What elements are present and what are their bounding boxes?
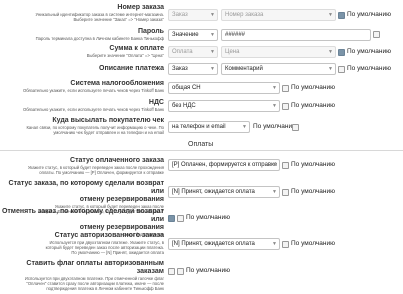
refund-status-default-label: По умолчанию [291, 188, 335, 195]
cancel-order-default-checkbox[interactable] [177, 215, 184, 222]
password-row: Пароль Пароль терминала доступна в Лично… [0, 26, 403, 42]
cancel-order-checkbox[interactable] [168, 215, 175, 222]
refund-status-default-checkbox[interactable] [282, 189, 289, 196]
order-number-field-select[interactable]: Номер заказа ▼ [221, 9, 336, 21]
auth-flag-row: Ставить флаг оплаты авторизованным заказ… [0, 260, 403, 291]
paid-status-row: Статус оплаченного заказа Укажите статус… [0, 156, 403, 178]
authorized-status-select[interactable]: [N] Принят, ожидается оплата ▼ [168, 238, 280, 250]
receipt-label: Куда высылать покупателю чек Канал связи… [26, 117, 164, 135]
refund-status-select[interactable]: [N] Принят, ожидается оплата ▼ [168, 186, 280, 198]
vat-default-label: По умолчанию [291, 102, 335, 109]
tax-system-label: Система налогообложения Обязательно укаж… [22, 80, 164, 93]
section-title: Оплаты [188, 141, 214, 148]
amount-label: Сумма к оплате Выберите значение "Оплата… [86, 45, 164, 58]
amount-source-select[interactable]: Оплата ▼ [168, 46, 218, 58]
amount-default-checkbox[interactable] [338, 49, 345, 56]
vat-row: НДС Обязательно укажите, если использует… [0, 98, 403, 114]
receipt-select[interactable]: на телефон и email ▼ [168, 121, 250, 133]
vat-default-checkbox[interactable] [282, 103, 289, 110]
payment-desc-default-checkbox[interactable] [338, 66, 345, 73]
authorized-status-default-checkbox[interactable] [282, 241, 289, 248]
order-number-default-checkbox[interactable] [338, 12, 345, 19]
amount-field-select[interactable]: Цена ▼ [221, 46, 336, 58]
payment-desc-row: Описание платежа Заказ ▼ Комментарий ▼ По … [0, 62, 403, 76]
password-input[interactable]: ###### [221, 29, 371, 41]
vat-select[interactable]: без НДС ▼ [168, 100, 280, 112]
order-number-source-select[interactable]: Заказ ▼ [168, 9, 218, 21]
payment-desc-field-select[interactable]: Комментарий ▼ [221, 63, 336, 75]
amount-default-label: По умолчанию [347, 48, 391, 55]
receipt-row: Куда высылать покупателю чек Канал связи… [0, 116, 403, 138]
receipt-default-checkbox[interactable] [292, 124, 299, 131]
order-number-default-label: По умолчанию [347, 11, 391, 18]
payment-desc-source-select[interactable]: Заказ ▼ [168, 63, 218, 75]
paid-status-label: Статус оплаченного заказа Укажите статус… [27, 157, 164, 175]
auth-flag-checkbox[interactable] [168, 268, 175, 275]
paid-status-default-checkbox[interactable] [282, 162, 289, 169]
auth-flag-default-label: По умолчанию [186, 267, 230, 274]
order-number-label: Номер заказа Уникальный идентификатор за… [35, 4, 164, 22]
payment-desc-default-label: По умолчанию [347, 65, 391, 72]
amount-row: Сумма к оплате Выберите значение "Оплата… [0, 43, 403, 59]
paid-status-default-label: По умолчанию [291, 161, 335, 168]
password-source-select[interactable]: Значение ▼ [168, 29, 218, 41]
order-number-row: Номер заказа Уникальный идентификатор за… [0, 2, 403, 24]
authorized-status-row: Статус авторизованного заказа Использует… [0, 232, 403, 258]
password-default-checkbox[interactable] [373, 31, 380, 38]
payments-section-header: Оплаты [0, 141, 403, 151]
tax-system-default-label: По умолчанию [291, 84, 335, 91]
vat-label: НДС Обязательно укажите, если использует… [22, 99, 164, 112]
cancel-order-default-label: По умолчанию [186, 214, 230, 221]
tax-system-row: Система налогообложения Обязательно укаж… [0, 79, 403, 95]
cancel-order-row: Отменять заказ, по которому сделали возв… [0, 208, 403, 237]
paid-status-select[interactable]: [P] Оплачен, формируется к отправке ▼ [168, 159, 280, 171]
tax-system-select[interactable]: общая СН ▼ [168, 82, 280, 94]
refund-status-row: Статус заказа, по которому сделали возвр… [0, 180, 403, 214]
payment-desc-label: Описание платежа [99, 65, 164, 72]
auth-flag-default-checkbox[interactable] [177, 268, 184, 275]
auth-flag-label: Ставить флаг оплаты авторизованным заказ… [24, 260, 164, 291]
tax-system-default-checkbox[interactable] [282, 85, 289, 92]
receipt-default-label: По умолчанию [253, 123, 297, 130]
password-label: Пароль Пароль терминала доступна в Лично… [35, 28, 164, 41]
authorized-status-label: Статус авторизованного заказа Использует… [45, 232, 164, 255]
authorized-status-default-label: По умолчанию [291, 240, 335, 247]
